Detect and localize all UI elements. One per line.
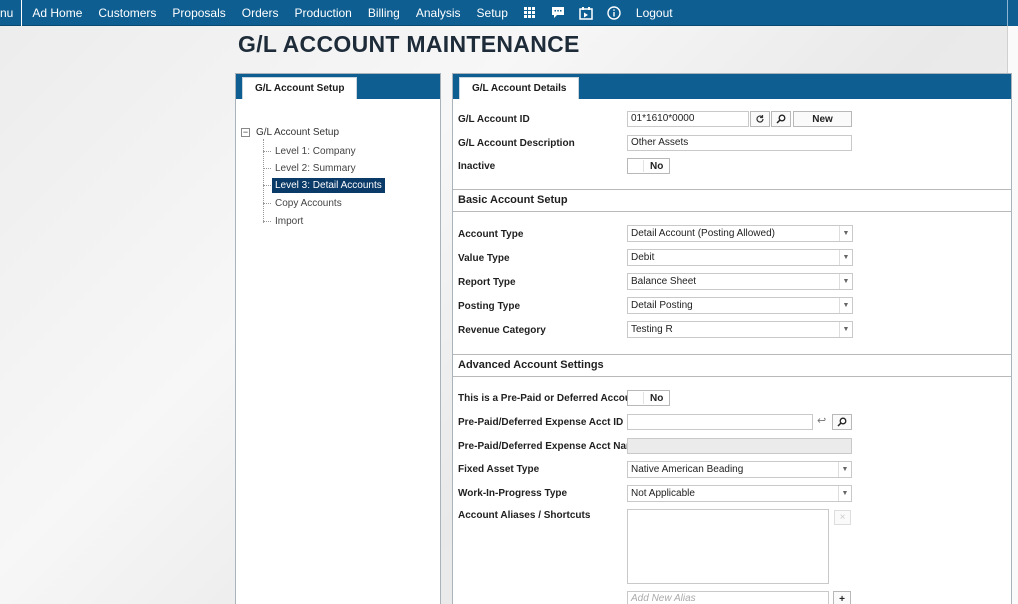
chevron-down-icon: ▼ [838, 486, 851, 501]
expense-acct-id-input[interactable] [627, 414, 813, 430]
posting-type-label: Posting Type [458, 301, 521, 312]
expense-acct-name-label: Pre-Paid/Deferred Expense Acct Name [458, 441, 641, 452]
chevron-down-icon: ▼ [839, 322, 852, 337]
remove-alias-button[interactable]: × [834, 510, 851, 525]
description-input[interactable]: Other Assets [627, 135, 852, 151]
panel-header: G/L Account Details [453, 74, 1011, 99]
tree-item-level1[interactable]: Level 1: Company [263, 144, 359, 159]
fixed-asset-type-label: Fixed Asset Type [458, 464, 540, 475]
nav-production[interactable]: Production [286, 0, 359, 26]
nav-setup[interactable]: Setup [469, 0, 516, 26]
nav-billing[interactable]: Billing [360, 0, 408, 26]
info-icon[interactable] [600, 0, 628, 26]
grid-icon[interactable] [516, 0, 544, 26]
tree-item-level3[interactable]: Level 3: Detail Accounts [263, 178, 385, 193]
nav-analysis[interactable]: Analysis [408, 0, 469, 26]
prepaid-label: This is a Pre-Paid or Deferred Account [458, 393, 641, 404]
account-type-label: Account Type [458, 229, 524, 240]
fixed-asset-type-select[interactable]: Native American Beading ▼ [627, 461, 852, 478]
account-details-panel: G/L Account Details G/L Account ID 01*16… [452, 73, 1012, 604]
link-icon[interactable]: ↩ [817, 414, 826, 427]
wip-type-select[interactable]: Not Applicable ▼ [627, 485, 852, 502]
aliases-label: Account Aliases / Shortcuts [458, 510, 591, 521]
tree-item-copy-accounts[interactable]: Copy Accounts [263, 196, 345, 211]
nav-orders[interactable]: Orders [234, 0, 287, 26]
description-label: G/L Account Description [458, 138, 575, 149]
prepaid-toggle[interactable]: No [627, 390, 670, 406]
chevron-down-icon: ▼ [839, 298, 852, 313]
nav-ad-home[interactable]: Ad Home [24, 0, 90, 26]
new-button[interactable]: New [793, 111, 852, 127]
chevron-down-icon: ▼ [839, 250, 852, 265]
inactive-label: Inactive [458, 161, 496, 172]
account-id-label: G/L Account ID [458, 114, 530, 125]
revenue-category-select[interactable]: Testing R ▼ [627, 321, 853, 338]
nav-right-edge [1007, 0, 1018, 26]
nav-menu[interactable]: nu [0, 0, 23, 26]
nav-proposals[interactable]: Proposals [164, 0, 233, 26]
report-type-select[interactable]: Balance Sheet ▼ [627, 273, 853, 290]
account-setup-panel: G/L Account Setup − G/L Account Setup Le… [235, 73, 441, 604]
search-icon[interactable] [771, 111, 791, 127]
add-alias-button[interactable]: + [833, 591, 851, 604]
report-type-label: Report Type [458, 277, 516, 288]
page-title: G/L ACCOUNT MAINTENANCE [238, 31, 580, 57]
posting-type-select[interactable]: Detail Posting ▼ [627, 297, 853, 314]
chat-icon[interactable] [544, 0, 572, 26]
revenue-category-label: Revenue Category [458, 325, 546, 336]
setup-tree: − G/L Account Setup Level 1: Company Lev… [236, 99, 440, 227]
tab-gl-account-setup[interactable]: G/L Account Setup [242, 77, 358, 99]
chevron-down-icon: ▼ [838, 462, 851, 477]
nav-customers[interactable]: Customers [90, 0, 164, 26]
top-nav-bar: nu Ad Home Customers Proposals Orders Pr… [0, 0, 1018, 26]
tree-item-import[interactable]: Import [263, 214, 306, 229]
wip-type-label: Work-In-Progress Type [458, 488, 568, 499]
calendar-icon[interactable] [572, 0, 600, 26]
chevron-down-icon: ▼ [839, 226, 852, 241]
tree-item-level2[interactable]: Level 2: Summary [263, 161, 359, 176]
panel-header: G/L Account Setup [236, 74, 440, 99]
add-alias-input[interactable]: Add New Alias [627, 591, 829, 604]
value-type-label: Value Type [458, 253, 510, 264]
tree-root[interactable]: − G/L Account Setup [241, 127, 339, 138]
collapse-icon[interactable]: − [241, 128, 250, 137]
tree-root-label: G/L Account Setup [256, 127, 340, 138]
reset-icon[interactable] [750, 111, 770, 127]
account-type-select[interactable]: Detail Account (Posting Allowed) ▼ [627, 225, 853, 242]
nav-logout[interactable]: Logout [628, 0, 681, 26]
account-id-input[interactable]: 01*1610*0000 [627, 111, 749, 127]
inactive-toggle[interactable]: No [627, 158, 670, 174]
tab-gl-account-details[interactable]: G/L Account Details [459, 77, 580, 99]
value-type-select[interactable]: Debit ▼ [627, 249, 853, 266]
search-icon[interactable] [832, 414, 852, 430]
expense-acct-id-label: Pre-Paid/Deferred Expense Acct ID [458, 417, 624, 428]
expense-acct-name-input [627, 438, 852, 454]
aliases-list[interactable] [627, 509, 829, 584]
advanced-settings-section-title: Advanced Account Settings [453, 354, 1011, 377]
basic-setup-section-title: Basic Account Setup [453, 189, 1011, 212]
chevron-down-icon: ▼ [839, 274, 852, 289]
